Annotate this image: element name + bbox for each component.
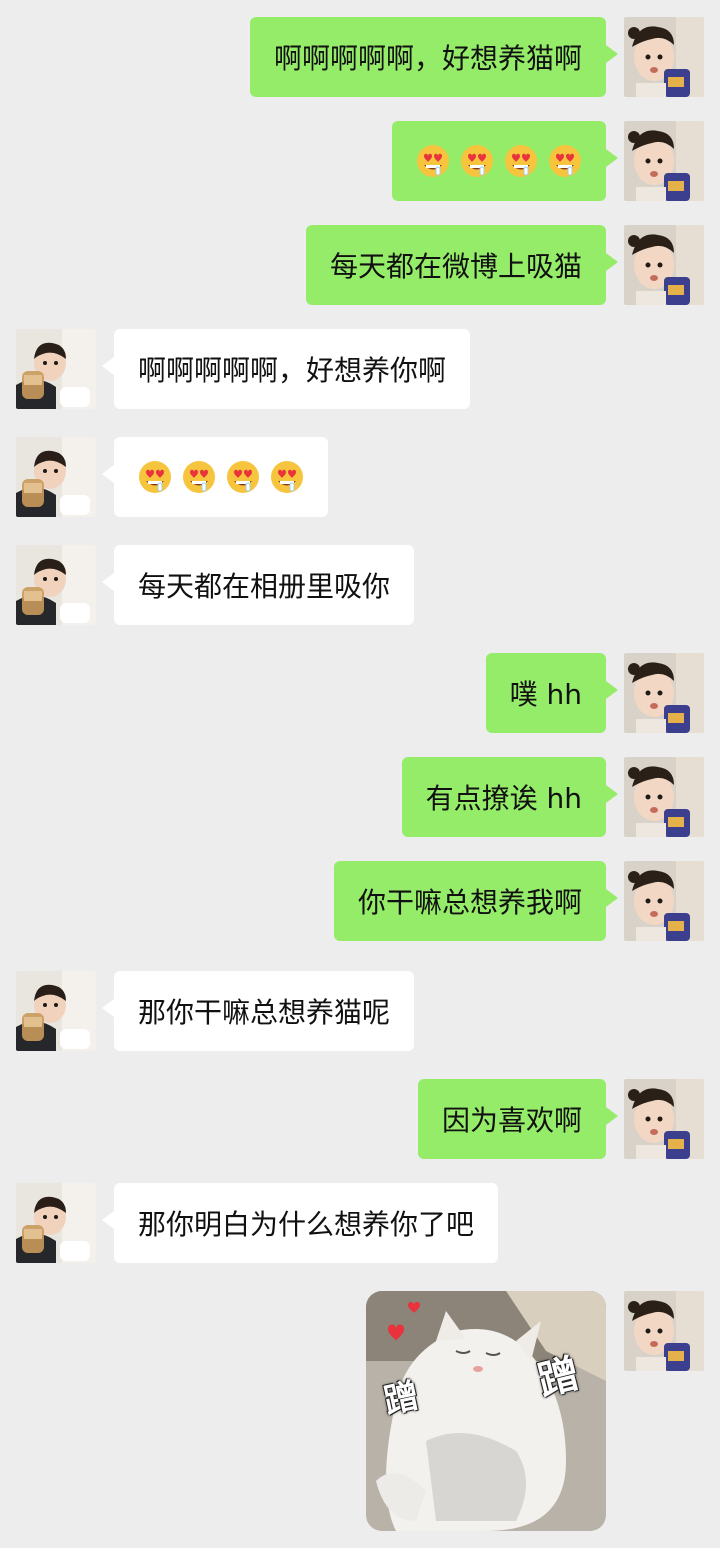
- message-bubble[interactable]: 啊啊啊啊啊，好想养你啊: [101, 329, 471, 409]
- message-bubble[interactable]: 噗 hh: [485, 653, 619, 733]
- avatar-contact[interactable]: [16, 437, 96, 517]
- message-bubble[interactable]: [392, 121, 618, 201]
- avatar-self[interactable]: [624, 225, 704, 305]
- avatar-contact[interactable]: [16, 545, 96, 625]
- message-bubble[interactable]: 每天都在微博上吸猫: [305, 225, 619, 305]
- avatar-contact[interactable]: [16, 971, 96, 1051]
- avatar-self[interactable]: [624, 1079, 704, 1159]
- avatar-self[interactable]: [624, 861, 704, 941]
- avatar-contact[interactable]: [16, 329, 96, 409]
- heart-eyes-drool-emoji: [183, 461, 215, 493]
- avatar-self[interactable]: [624, 121, 704, 201]
- avatar-self[interactable]: [624, 1291, 704, 1371]
- message-bubble[interactable]: 每天都在相册里吸你: [101, 545, 415, 625]
- message-bubble[interactable]: 因为喜欢啊: [417, 1079, 619, 1159]
- heart-eyes-drool-emoji: [461, 145, 493, 177]
- avatar-self[interactable]: [624, 757, 704, 837]
- heart-eyes-drool-emoji: [549, 145, 581, 177]
- heart-eyes-drool-emoji: [139, 461, 171, 493]
- cat-sticker-image[interactable]: 蹭 蹭: [366, 1291, 606, 1531]
- message-bubble[interactable]: 你干嘛总想养我啊: [333, 861, 619, 941]
- message-bubble[interactable]: 有点撩诶 hh: [401, 757, 619, 837]
- heart-eyes-drool-emoji: [417, 145, 449, 177]
- message-bubble[interactable]: [102, 437, 328, 517]
- heart-eyes-drool-emoji: [227, 461, 259, 493]
- heart-eyes-drool-emoji: [271, 461, 303, 493]
- avatar-self[interactable]: [624, 17, 704, 97]
- avatar-contact[interactable]: [16, 1183, 96, 1263]
- avatar-self[interactable]: [624, 653, 704, 733]
- heart-eyes-drool-emoji: [505, 145, 537, 177]
- emoji-row: [416, 144, 582, 178]
- message-bubble[interactable]: 啊啊啊啊啊，好想养猫啊: [249, 17, 619, 97]
- message-bubble[interactable]: 那你干嘛总想养猫呢: [101, 971, 415, 1051]
- emoji-row: [138, 460, 304, 494]
- message-bubble[interactable]: 那你明白为什么想养你了吧: [101, 1183, 499, 1263]
